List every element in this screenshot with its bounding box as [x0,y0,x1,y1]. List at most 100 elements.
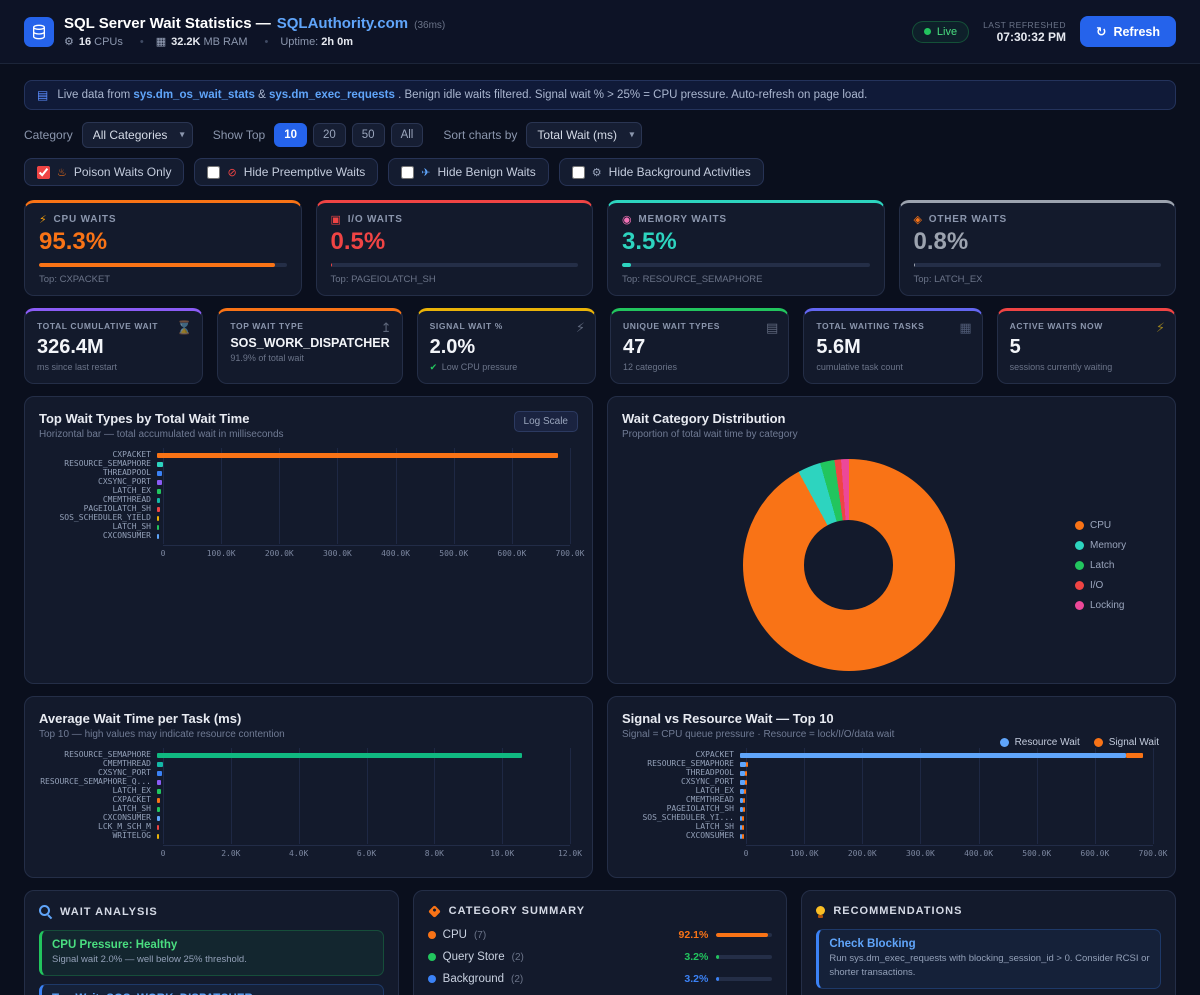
chart-row: CMEMTHREAD [39,497,578,503]
legend-dot [1094,738,1103,747]
bar [157,516,159,521]
category-progress [716,977,772,981]
note-desc: Run sys.dm_exec_requests with blocking_s… [829,952,1150,980]
bar [157,834,159,839]
wait-card-other-waits: ◈OTHER WAITS0.8%Top: LATCH_EX [899,200,1177,296]
database-logo-icon [24,17,54,47]
stat-card-total-cumulative-wait: TOTAL CUMULATIVE WAIT⌛326.4Mms since las… [24,308,203,384]
bar-label: LATCH_EX [39,788,157,794]
filter-hide-background-activities[interactable]: ⚙Hide Background Activities [559,158,764,186]
chart-row: SOS_SCHEDULER_YIELD [39,515,578,521]
gear-icon: ⚙ [64,35,74,48]
wait-card-value: 95.3% [39,228,287,256]
stat-card-sub: ms since last restart [37,362,190,372]
filter-bar: Category All Categories Show Top 102050A… [24,122,1176,148]
banner-suffix: . Benign idle waits filtered. Signal wai… [398,89,867,101]
chart-row: THREADPOOL [39,470,578,476]
chart-row: WRITELOG [39,833,578,839]
axis-tick: 2.0K [221,849,240,858]
chart-row: CMEMTHREAD [39,761,578,767]
chart-row: LATCH_SH [622,824,1161,830]
show-top-10[interactable]: 10 [274,123,307,147]
stat-card-unique-wait-types: UNIQUE WAIT TYPES▤4712 categories [610,308,789,384]
bar-label: CXPACKET [39,452,157,458]
signal-resource-legend: Resource WaitSignal Wait [1000,737,1159,748]
chart-row: CXCONSUMER [622,833,1161,839]
filter-poison-waits-only[interactable]: ♨Poison Waits Only [24,158,184,186]
dmv-link-wait-stats[interactable]: sys.dm_os_wait_stats [133,89,254,101]
filter-checkbox[interactable] [572,166,585,179]
chart-row: RESOURCE_SEMAPHORE_Q... [39,779,578,785]
legend-label: Latch [1090,560,1114,571]
legend-dot [1075,561,1084,570]
show-top-50[interactable]: 50 [352,123,385,147]
filter-checkbox[interactable] [401,166,414,179]
chart-category-subtitle: Proportion of total wait time by categor… [622,429,798,440]
bar-label: THREADPOOL [39,470,157,476]
bulb-icon [816,906,825,915]
bar [157,798,160,803]
axis-tick: 200.0K [265,549,294,558]
stat-card-total-waiting-tasks: TOTAL WAITING TASKS▦5.6Mcumulative task … [803,308,982,384]
wait-card-top-wait: Top: PAGEIOLATCH_SH [331,274,579,285]
show-top-20[interactable]: 20 [313,123,346,147]
chart-row: CXCONSUMER [39,815,578,821]
chart-row: CXPACKET [39,797,578,803]
axis-tick: 6.0K [357,849,376,858]
filter-checkbox[interactable] [37,166,50,179]
bar-label: CXCONSUMER [39,533,157,539]
bar-label: RESOURCE_SEMAPHORE_Q... [39,779,157,785]
legend-memory: Memory [1075,540,1161,551]
log-scale-button[interactable]: Log Scale [514,411,578,432]
stat-card-sub: cumulative task count [816,362,969,372]
filter-hide-benign-waits[interactable]: ✈Hide Benign Waits [388,158,549,186]
bar-label: SOS_SCHEDULER_YIELD [39,515,157,521]
category-count: (2) [512,952,524,963]
axis-tick: 4.0K [289,849,308,858]
wait-card-top-wait: Top: LATCH_EX [914,274,1162,285]
recommendations-title: RECOMMENDATIONS [833,905,962,917]
chart-total-wait-title: Top Wait Types by Total Wait Time [39,411,284,426]
category-summary-title: CATEGORY SUMMARY [449,905,585,917]
show-top-group: 102050All [274,123,423,147]
bar [157,507,160,512]
dmv-link-exec-requests[interactable]: sys.dm_exec_requests [269,89,395,101]
category-select[interactable]: All Categories [82,122,193,148]
uptime: Uptime: 2h 0m [264,36,356,48]
chart-total-wait-subtitle: Horizontal bar — total accumulated wait … [39,429,284,440]
last-refreshed-label: LAST REFRESHED [983,20,1066,30]
chart-row: LCK_M_SCH_M [39,824,578,830]
chart-row: CXPACKET [39,452,578,458]
legend-dot [1075,601,1084,610]
brand-link[interactable]: SQLAuthority.com [277,15,408,32]
refresh-button[interactable]: ↻ Refresh [1080,16,1176,47]
signal-resource-bar-chart: CXPACKETRESOURCE_SEMAPHORETHREADPOOLCXSY… [622,752,1161,861]
upload-icon: ↥ [381,320,392,336]
show-top-all[interactable]: All [391,123,424,147]
filter-hide-preemptive-waits[interactable]: ⊘Hide Preemptive Waits [194,158,378,186]
chart-row: RESOURCE_SEMAPHORE [622,761,1161,767]
tag-icon [428,905,441,918]
sort-select[interactable]: Total Wait (ms) [526,122,642,148]
bar-label: LATCH_EX [622,788,740,794]
chart-row: PAGEIOLATCH_SH [622,806,1161,812]
latency-label: (36ms) [414,20,445,31]
legend-locking: Locking [1075,600,1161,611]
category-progress [716,955,772,959]
category-progress [716,933,772,937]
bar-label: LATCH_EX [39,488,157,494]
axis-tick: 700.0K [1139,849,1168,858]
legend-label: Resource Wait [1015,737,1080,748]
wait-card-top-wait: Top: CXPACKET [39,274,287,285]
category-name: CPU [443,929,467,941]
wait-card-top-wait: Top: RESOURCE_SEMAPHORE [622,274,870,285]
category-count: (2) [511,974,523,985]
filter-checkbox[interactable] [207,166,220,179]
magnifier-icon [39,905,52,918]
stat-card-sub: 12 categories [623,362,776,372]
refresh-button-label: Refresh [1113,25,1160,39]
sort-label: Sort charts by [443,128,517,142]
bar [157,453,558,458]
chart-icon: ▤ [37,88,48,102]
category-name: Background [443,973,504,985]
